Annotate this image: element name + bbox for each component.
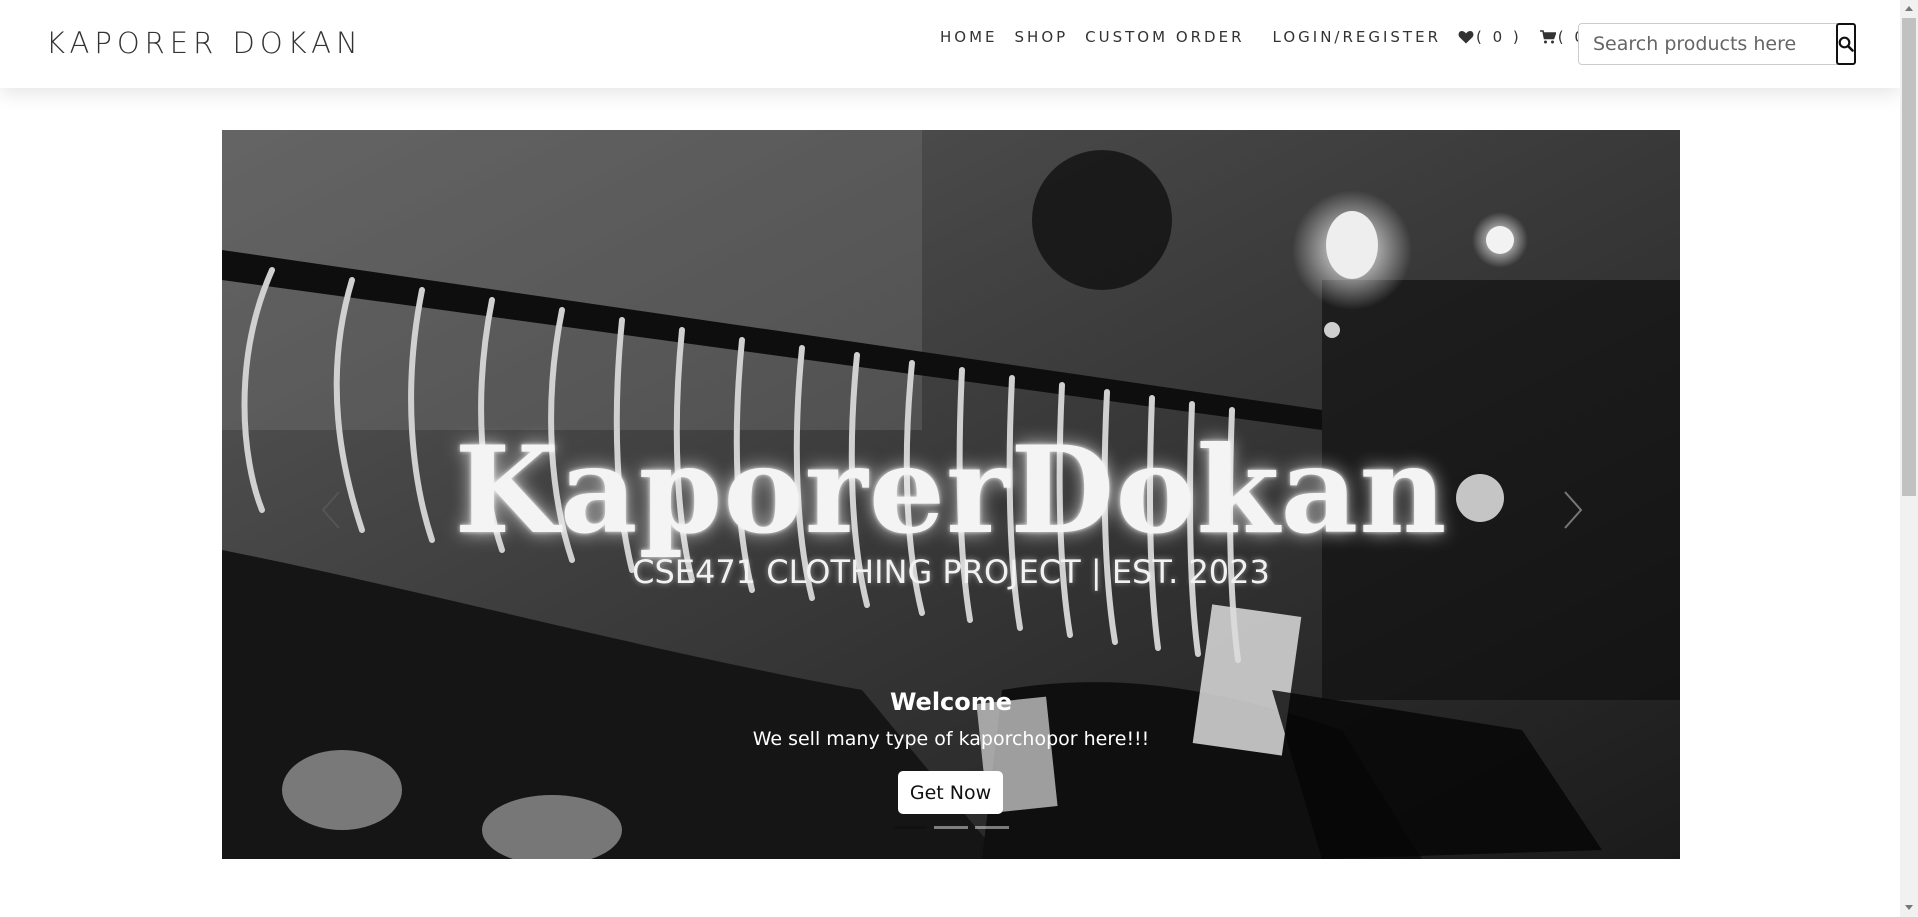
wishlist-count: ( 0 ) bbox=[1476, 28, 1522, 46]
search-button[interactable] bbox=[1836, 23, 1856, 65]
search-input[interactable] bbox=[1579, 24, 1836, 64]
carousel-indicator-3[interactable] bbox=[975, 826, 1009, 829]
get-now-button[interactable]: Get Now bbox=[898, 771, 1003, 814]
search-bar bbox=[1578, 23, 1856, 65]
chevron-right-icon bbox=[1564, 491, 1583, 529]
carousel-prev-button[interactable] bbox=[317, 480, 347, 540]
wishlist-link[interactable]: ( 0 ) bbox=[1458, 28, 1522, 46]
search-icon bbox=[1838, 36, 1854, 52]
carousel-indicator-2[interactable] bbox=[934, 826, 968, 829]
cart-icon bbox=[1539, 30, 1556, 44]
page-scrollbar[interactable] bbox=[1900, 0, 1918, 917]
heart-icon bbox=[1458, 31, 1474, 44]
hero-carousel: KaporerDokan CSE471 CLOTHING PROJECT | E… bbox=[222, 130, 1680, 859]
carousel-indicator-1[interactable] bbox=[893, 826, 927, 829]
chevron-left-icon bbox=[321, 491, 340, 529]
scroll-up-arrow-icon[interactable] bbox=[1905, 6, 1913, 11]
carousel-indicators bbox=[893, 826, 1016, 829]
scrollbar-thumb[interactable] bbox=[1902, 18, 1916, 496]
nav-shop[interactable]: SHOP bbox=[1015, 28, 1069, 46]
site-header: KAPORER DOKAN HOME SHOP CUSTOM ORDER LOG… bbox=[0, 0, 1900, 88]
hero-brand-title: KaporerDokan bbox=[454, 420, 1448, 561]
site-logo[interactable]: KAPORER DOKAN bbox=[46, 26, 363, 60]
carousel-next-button[interactable] bbox=[1557, 480, 1587, 540]
hero-tagline: CSE471 CLOTHING PROJECT | EST. 2023 bbox=[632, 553, 1270, 591]
carousel-caption-title: Welcome bbox=[889, 688, 1013, 716]
scroll-down-arrow-icon[interactable] bbox=[1905, 905, 1913, 910]
carousel-caption-text: We sell many type of kaporchopor here!!! bbox=[752, 728, 1150, 750]
nav-login-register[interactable]: LOGIN/REGISTER bbox=[1273, 28, 1441, 46]
nav-custom-order[interactable]: CUSTOM ORDER bbox=[1085, 28, 1244, 46]
nav-home[interactable]: HOME bbox=[940, 28, 998, 46]
main-nav: HOME SHOP CUSTOM ORDER LOGIN/REGISTER ( … bbox=[940, 28, 1622, 46]
